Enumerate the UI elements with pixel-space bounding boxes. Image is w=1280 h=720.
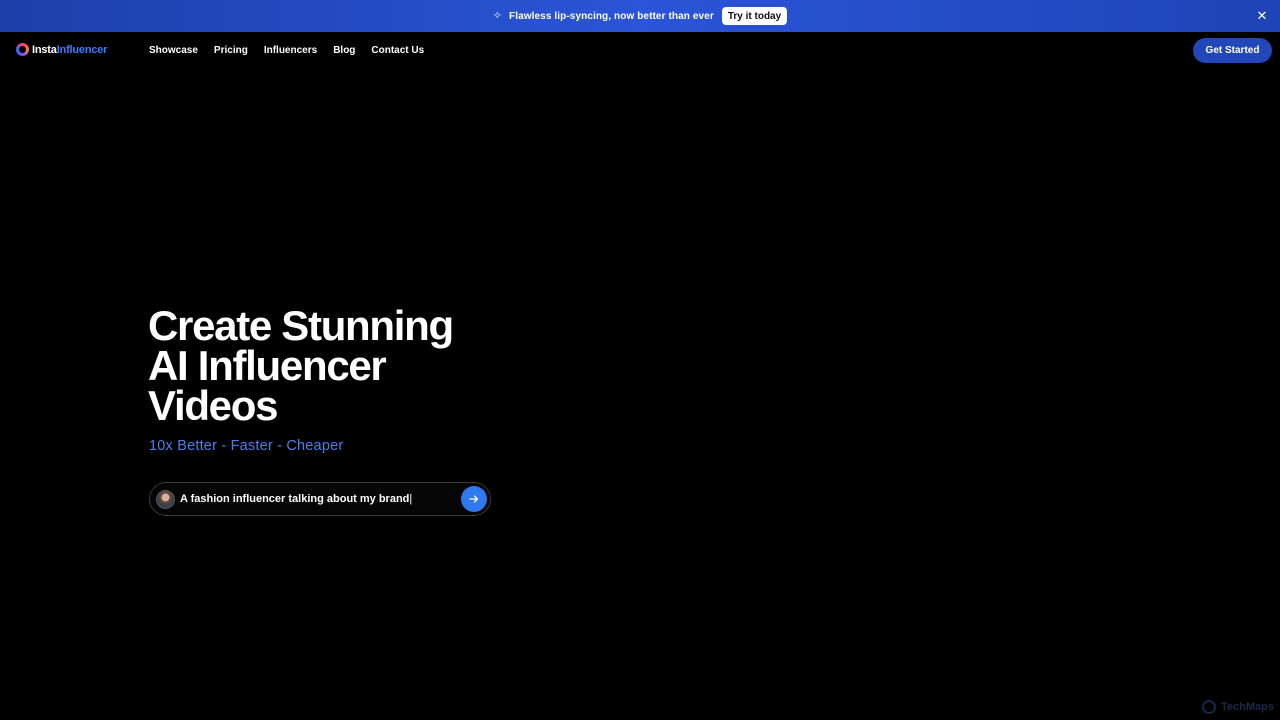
prompt-value: A fashion influencer talking about my br…: [180, 493, 410, 505]
logo-text-insta: Insta: [32, 43, 57, 56]
prompt-input-text[interactable]: A fashion influencer talking about my br…: [180, 493, 461, 505]
hero-title-line: Videos: [148, 382, 278, 429]
announcement-bar: ✧ Flawless lip-syncing, now better than …: [0, 0, 1280, 32]
nav-link-blog[interactable]: Blog: [333, 45, 355, 56]
watermark-icon: [1202, 700, 1217, 714]
watermark-text: TechMaps: [1221, 701, 1274, 713]
hero-title: Create Stunning AI Influencer Videos: [148, 302, 568, 429]
logo-mark-icon: [16, 43, 29, 56]
logo-text-influencer: Influencer: [56, 43, 108, 56]
get-started-button[interactable]: Get Started: [1193, 38, 1272, 63]
page: ✧ Flawless lip-syncing, now better than …: [0, 0, 1280, 720]
watermark: TechMaps: [1202, 700, 1274, 714]
prompt-input[interactable]: A fashion influencer talking about my br…: [149, 482, 491, 516]
sparkle-icon: ✧: [492, 9, 503, 22]
nav-link-contact-us[interactable]: Contact Us: [371, 45, 424, 56]
hero-subtitle: 10x Better - Faster - Cheaper: [149, 438, 344, 454]
hero-title-line: Create Stunning: [148, 302, 454, 349]
close-icon[interactable]: ✕: [1255, 9, 1269, 23]
logo[interactable]: Insta Influencer: [16, 43, 107, 56]
hero-title-line: AI Influencer: [148, 342, 387, 389]
nav-link-pricing[interactable]: Pricing: [214, 45, 248, 56]
nav-link-showcase[interactable]: Showcase: [149, 45, 198, 56]
arrow-right-icon: [469, 495, 479, 503]
try-it-today-button[interactable]: Try it today: [721, 7, 788, 25]
text-caret: |: [409, 493, 413, 505]
submit-prompt-button[interactable]: [461, 486, 487, 512]
influencer-avatar[interactable]: [156, 489, 175, 509]
navbar: Insta Influencer Showcase Pricing Influe…: [0, 32, 1280, 69]
announcement-message: Flawless lip-syncing, now better than ev…: [509, 10, 714, 22]
nav-link-influencers[interactable]: Influencers: [264, 45, 317, 56]
nav-links: Showcase Pricing Influencers Blog Contac…: [149, 45, 440, 56]
